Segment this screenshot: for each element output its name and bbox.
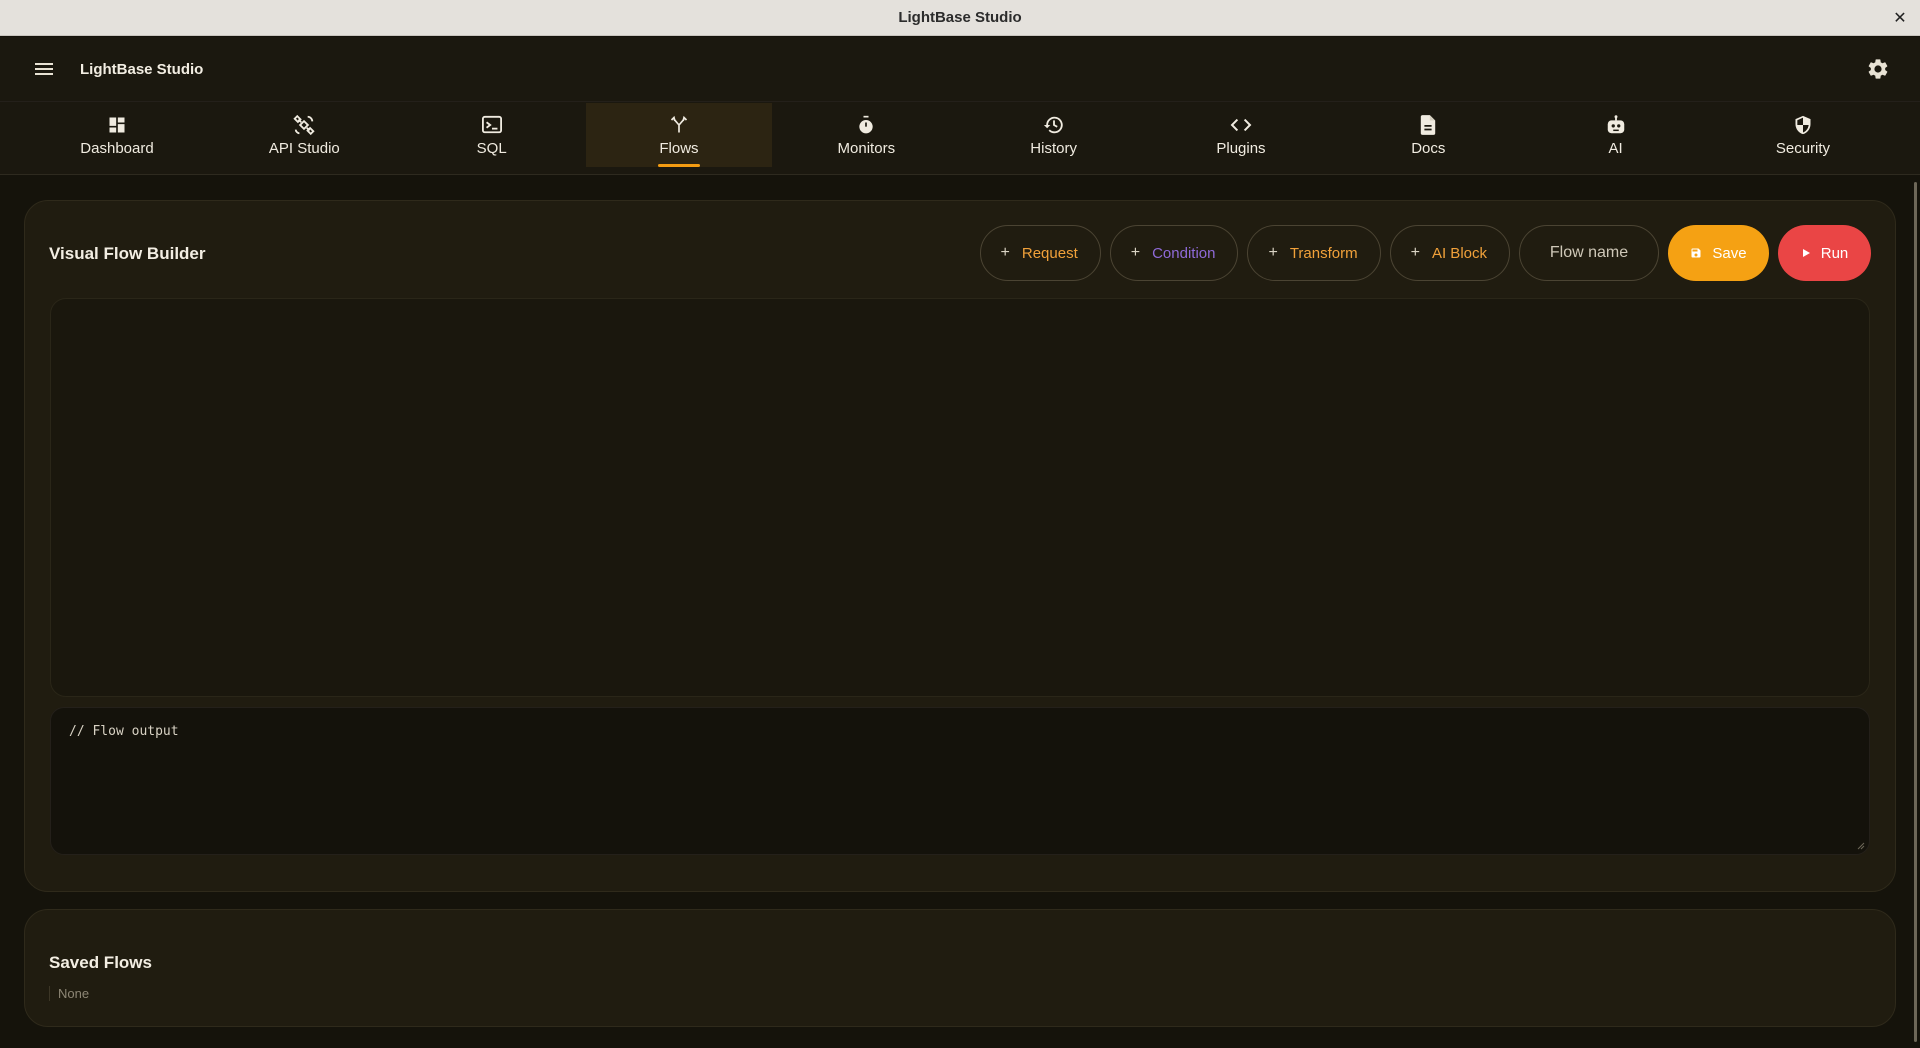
- tab-label: SQL: [476, 139, 507, 157]
- tab-history[interactable]: History: [961, 103, 1147, 167]
- dashboard-icon: [106, 114, 128, 136]
- plus-icon: +: [1410, 244, 1420, 261]
- plus-icon: +: [1130, 244, 1141, 261]
- tab-label: History: [1030, 139, 1077, 157]
- saved-flows-empty: None: [58, 986, 90, 1001]
- gear-icon: [1868, 59, 1888, 79]
- add-request-button[interactable]: + Request: [979, 225, 1101, 281]
- save-label: Save: [1712, 244, 1747, 262]
- add-transform-label: Transform: [1289, 244, 1358, 262]
- flow-builder-title: Visual Flow Builder: [49, 244, 206, 263]
- history-icon: [1043, 114, 1065, 136]
- tab-label: Flows: [659, 139, 699, 157]
- shield-icon: [1792, 114, 1814, 136]
- save-button[interactable]: Save: [1668, 225, 1769, 281]
- satellite-icon: [293, 114, 315, 136]
- add-ai-block-button[interactable]: + AI Block: [1389, 225, 1510, 281]
- saved-flows-title: Saved Flows: [49, 953, 152, 972]
- main-tabs: Dashboard API Studio SQL Flows Monitors …: [0, 101, 1920, 175]
- merge-icon: [668, 114, 690, 136]
- tab-label: AI: [1608, 139, 1623, 157]
- tab-security[interactable]: Security: [1710, 103, 1896, 167]
- flow-toolbar: + Request + Condition + Transform + AI B…: [979, 225, 1871, 281]
- timer-icon: [855, 114, 877, 136]
- page-scrollbar[interactable]: [1908, 176, 1920, 1048]
- menu-button[interactable]: [30, 55, 58, 83]
- add-condition-label: Condition: [1152, 244, 1216, 262]
- tab-ai[interactable]: AI: [1523, 103, 1709, 167]
- resize-grip-icon[interactable]: [1857, 842, 1865, 850]
- tab-flows[interactable]: Flows: [585, 103, 772, 167]
- settings-button[interactable]: [1864, 55, 1892, 83]
- flow-output[interactable]: // Flow output: [50, 707, 1870, 855]
- play-icon: [1802, 249, 1810, 257]
- app-bar: LightBase Studio: [0, 37, 1920, 101]
- tab-docs[interactable]: Docs: [1335, 103, 1521, 167]
- document-icon: [1417, 114, 1439, 136]
- add-request-label: Request: [1021, 244, 1078, 262]
- flow-canvas[interactable]: [50, 298, 1870, 697]
- run-label: Run: [1820, 244, 1849, 262]
- plus-icon: +: [1268, 244, 1278, 261]
- floppy-disk-icon: [1691, 248, 1701, 258]
- tab-label: Monitors: [837, 139, 896, 157]
- terminal-icon: [481, 114, 503, 136]
- saved-flows-card: Saved Flows None: [24, 909, 1896, 1027]
- run-button[interactable]: Run: [1778, 225, 1871, 281]
- robot-icon: [1605, 114, 1627, 136]
- tab-monitors[interactable]: Monitors: [773, 103, 959, 167]
- saved-flows-list: None: [49, 986, 89, 1001]
- tab-label: Security: [1775, 139, 1831, 157]
- flow-builder-card: Visual Flow Builder + Request + Conditio…: [24, 200, 1896, 892]
- flow-name-input[interactable]: [1519, 225, 1659, 281]
- tab-sql[interactable]: SQL: [399, 103, 585, 167]
- add-condition-button[interactable]: + Condition: [1109, 225, 1239, 281]
- window-close-button[interactable]: ✕: [1890, 8, 1910, 28]
- tab-plugins[interactable]: Plugins: [1148, 103, 1334, 167]
- window-title: LightBase Studio: [898, 9, 1022, 26]
- add-ai-block-label: AI Block: [1431, 244, 1487, 262]
- plus-icon: +: [1000, 244, 1010, 261]
- app-title: LightBase Studio: [80, 60, 204, 78]
- window-titlebar: LightBase Studio ✕: [0, 0, 1920, 36]
- tab-label: API Studio: [268, 139, 340, 157]
- tab-label: Dashboard: [80, 139, 154, 157]
- tab-label: Docs: [1411, 139, 1446, 157]
- flow-output-text: // Flow output: [69, 724, 179, 739]
- tab-dashboard[interactable]: Dashboard: [24, 103, 210, 167]
- hamburger-menu-icon: [35, 63, 53, 75]
- scrollbar-thumb[interactable]: [1914, 182, 1917, 1042]
- tab-api-studio[interactable]: API Studio: [211, 103, 397, 167]
- add-transform-button[interactable]: + Transform: [1247, 225, 1381, 281]
- tab-label: Plugins: [1216, 139, 1266, 157]
- code-icon: [1230, 114, 1252, 136]
